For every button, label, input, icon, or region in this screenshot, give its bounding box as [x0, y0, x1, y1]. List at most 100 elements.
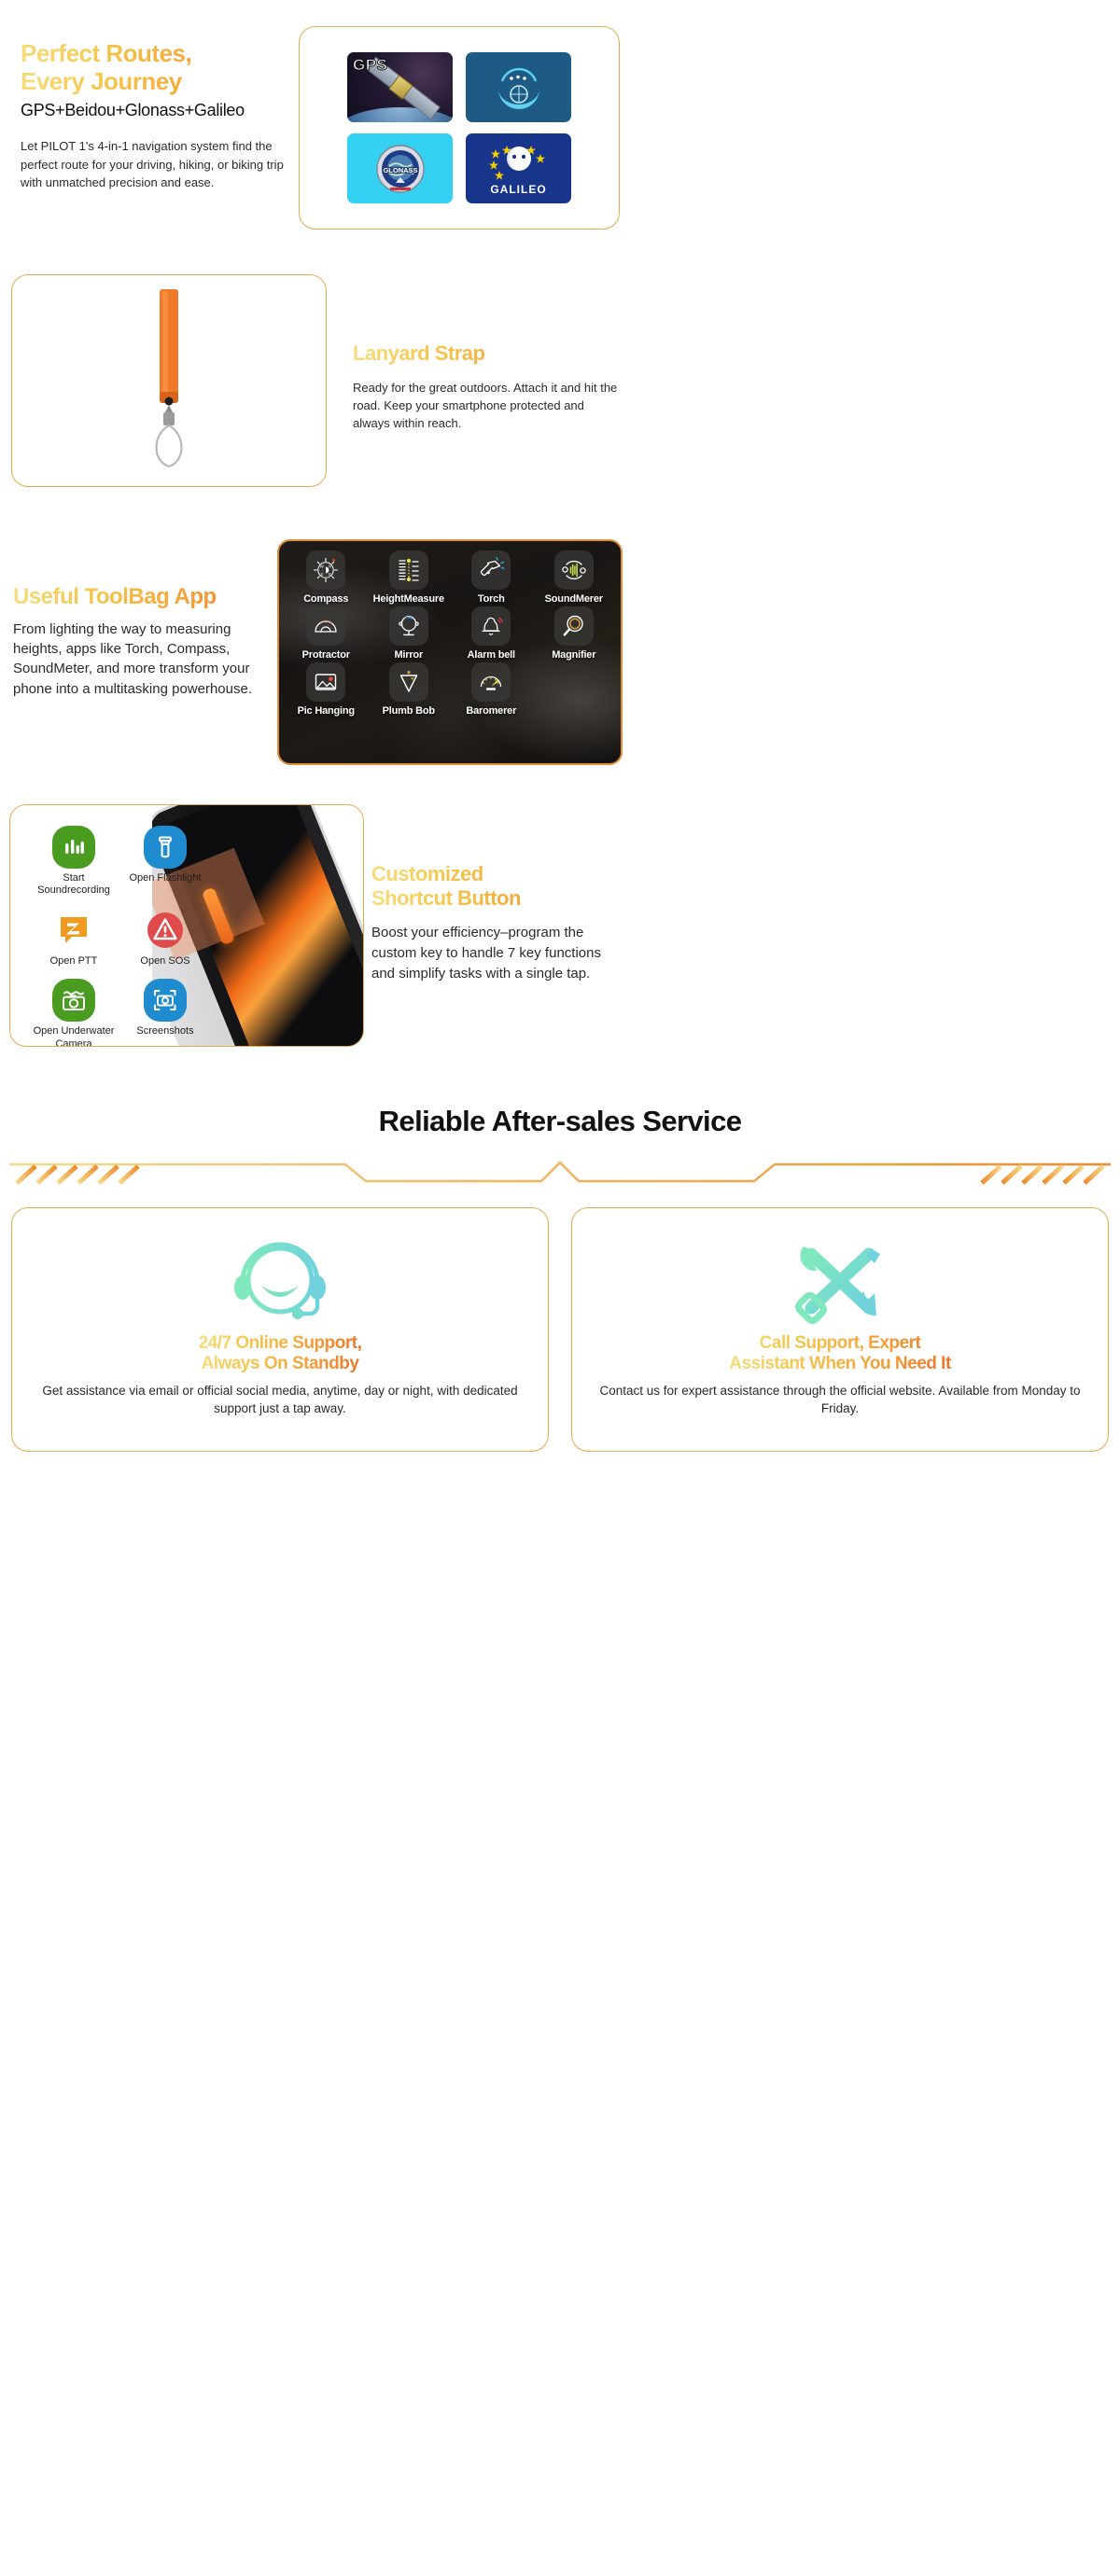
tool-label: Magnifier: [552, 649, 596, 661]
tool-item-torch[interactable]: Torch: [450, 550, 533, 605]
aftersales-card-body: Contact us for expert assistance through…: [599, 1384, 1081, 1416]
shortcut-app-flashlight[interactable]: Open Flashlight: [122, 826, 208, 898]
lanyard-strap-icon: [155, 289, 183, 468]
pic-hanging-icon: [306, 662, 346, 702]
galileo-emblem-icon: [488, 145, 545, 180]
galileo-wordmark: GALILEO: [490, 182, 547, 196]
tool-item-heightmeasure[interactable]: HeightMeasure: [368, 550, 451, 605]
tool-label: Baromerer: [466, 705, 517, 717]
tool-label: Alarm bell: [467, 649, 515, 661]
toolbag-app-section: Useful ToolBag App From lighting the way…: [0, 539, 1120, 784]
shortcut-app-underwater-camera[interactable]: Open Underwater Camera: [31, 979, 117, 1047]
shortcut-heading-line2: Shortcut Button: [371, 885, 521, 910]
height-measure-icon: [388, 550, 428, 590]
tool-item-soundmerer[interactable]: SoundMerer: [533, 550, 616, 605]
lanyard-heading: Lanyard Strap: [353, 341, 623, 366]
toolbag-icon-grid: W N S E Compass HeightMeasure Torch Soun…: [279, 541, 621, 724]
gps-logo-card: GPS GLONASS GALILEO: [299, 26, 620, 230]
shortcut-app-label: Open SOS: [140, 954, 190, 967]
decorative-divider: [0, 1153, 1120, 1185]
shortcut-text-block: Customized Shortcut Button Boost your ef…: [371, 862, 622, 983]
gps-text-block: Perfect Routes, Every Journey GPS+Beidou…: [21, 39, 301, 191]
shortcut-body: Boost your efficiency–program the custom…: [371, 925, 601, 982]
gps-heading-line2: Every Journey: [21, 67, 182, 96]
gps-subheading: GPS+Beidou+Glonass+Galileo: [21, 101, 245, 120]
flashlight-icon: [144, 826, 187, 869]
aftersales-card-call-support: Call Support, Expert Assistant When You …: [571, 1207, 1109, 1452]
gps-wordmark: GPS: [352, 56, 388, 75]
tool-item-mirror[interactable]: Mirror: [368, 606, 451, 661]
tool-item-protractor[interactable]: Protractor: [285, 606, 368, 661]
tool-item-alarm-bell[interactable]: Alarm bell: [450, 606, 533, 661]
tool-item-pic-hanging[interactable]: Pic Hanging: [285, 662, 368, 717]
lanyard-text-block: Lanyard Strap Ready for the great outdoo…: [353, 341, 623, 432]
shortcut-app-label: Open Flashlight: [129, 872, 202, 884]
toolbag-body: From lighting the way to measuring heigh…: [13, 620, 252, 697]
mirror-icon: [388, 606, 428, 646]
shortcut-app-label: Screenshots: [136, 1025, 194, 1037]
product-feature-page: Perfect Routes, Every Journey GPS+Beidou…: [0, 0, 1120, 1489]
tool-label: Pic Hanging: [297, 705, 356, 717]
shortcut-app-ptt[interactable]: Open PTT: [31, 909, 117, 968]
tool-label: SoundMerer: [544, 593, 603, 605]
magnifier-icon: [553, 606, 594, 646]
aftersales-card-online-support: 24/7 Online Support, Always On Standby G…: [11, 1207, 549, 1452]
sound-meter-icon: [553, 550, 594, 590]
shortcut-app-sound-recording[interactable]: Start Soundrecording: [31, 826, 117, 898]
shortcut-heading-line1: Customized: [371, 862, 483, 885]
tool-label: Plumb Bob: [382, 705, 435, 717]
screenshot-icon: [144, 979, 187, 1023]
toolbag-heading: Useful ToolBag App: [13, 584, 276, 610]
tool-item-compass[interactable]: W N S E Compass: [285, 550, 368, 605]
svg-text:GLONASS: GLONASS: [383, 166, 417, 174]
plumb-bob-icon: [388, 662, 428, 702]
aftersales-title: Reliable After-sales Service: [378, 1105, 742, 1137]
lanyard-image-card: [11, 274, 327, 487]
glonass-logo-tile: GLONASS: [347, 133, 453, 203]
shortcut-app-label: Open Underwater Camera: [33, 1025, 115, 1047]
svg-text:N: N: [329, 564, 331, 569]
gps-navigation-section: Perfect Routes, Every Journey GPS+Beidou…: [0, 0, 1120, 254]
wrench-screwdriver-icon: [779, 1229, 901, 1328]
toolbag-app-panel: W N S E Compass HeightMeasure Torch Soun…: [277, 539, 623, 765]
aftersales-card-heading: Call Support, Expert Assistant When You …: [729, 1333, 951, 1374]
gps-logo-grid: GPS GLONASS GALILEO: [347, 52, 571, 203]
aftersales-heading-line1: Call Support, Expert: [759, 1333, 921, 1353]
lanyard-body: Ready for the great outdoors. Attach it …: [353, 380, 618, 430]
tool-item-magnifier[interactable]: Magnifier: [533, 606, 616, 661]
svg-text:S: S: [321, 572, 324, 577]
tool-label: Mirror: [394, 649, 424, 661]
aftersales-heading-line2: Always On Standby: [201, 1354, 359, 1374]
shortcut-app-sos[interactable]: Open SOS: [122, 909, 208, 968]
shortcut-app-grid: Start Soundrecording Open Flashlight Ope…: [31, 826, 208, 1047]
shortcut-heading: Customized Shortcut Button: [371, 862, 622, 910]
svg-text:E: E: [329, 572, 331, 577]
tool-label: HeightMeasure: [372, 593, 444, 605]
beidou-emblem-icon: [497, 67, 539, 109]
shortcut-app-screenshots[interactable]: Screenshots: [122, 979, 208, 1046]
gps-body: Let PILOT 1's 4-in-1 navigation system f…: [21, 139, 284, 189]
tool-item-baromerer[interactable]: Baromerer: [450, 662, 533, 717]
tool-label: Compass: [303, 593, 349, 605]
glonass-emblem-icon: GLONASS: [375, 144, 425, 193]
shortcut-app-label: Start Soundrecording: [37, 872, 110, 897]
aftersales-heading-line1: 24/7 Online Support,: [198, 1333, 362, 1353]
tool-label: Torch: [477, 593, 505, 605]
torch-icon: [471, 550, 511, 590]
sound-recording-icon: [52, 826, 95, 869]
tool-item-plumb-bob[interactable]: Plumb Bob: [368, 662, 451, 717]
barometer-icon: [471, 662, 511, 702]
aftersales-card-list: 24/7 Online Support, Always On Standby G…: [0, 1207, 1120, 1452]
aftersales-heading-line2: Assistant When You Need It: [729, 1354, 951, 1374]
galileo-logo-tile: GALILEO: [466, 133, 571, 203]
headset-support-icon: [215, 1229, 345, 1328]
alarm-bell-icon: [471, 606, 511, 646]
gps-heading-line1: Perfect Routes,: [21, 39, 192, 67]
tool-item-empty: [533, 662, 616, 717]
toolbag-text-block: Useful ToolBag App From lighting the way…: [13, 584, 276, 699]
aftersales-service-section: Reliable After-sales Service 24/7 Online…: [0, 1105, 1120, 1452]
sos-icon: [144, 909, 187, 952]
beidou-logo-tile: [466, 52, 571, 122]
lanyard-strap-section: Lanyard Strap Ready for the great outdoo…: [0, 274, 1120, 515]
aftersales-card-heading: 24/7 Online Support, Always On Standby: [199, 1333, 362, 1374]
